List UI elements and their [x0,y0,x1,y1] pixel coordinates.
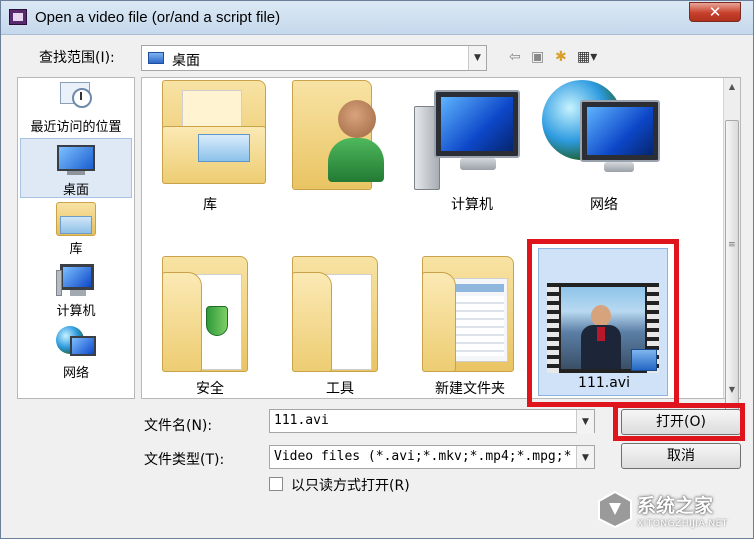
filename-input[interactable]: 111.avi ▼ [269,409,595,434]
libraries-icon [56,202,96,236]
scroll-up-icon[interactable]: ▲ [724,78,740,95]
places-bar: 最近访问的位置 桌面 库 计算机 网络 [17,77,135,399]
file-label: 计算机 [451,197,493,213]
file-item-new-folder[interactable]: 新建文件夹 [408,248,532,398]
scroll-down-icon[interactable]: ▼ [724,381,740,398]
chevron-down-icon[interactable]: ▼ [468,46,486,70]
lookin-label: 查找范围(I): [39,50,115,66]
title-bar: Open a video file (or/and a script file)… [1,1,753,35]
window-title: Open a video file (or/and a script file) [35,9,281,26]
computer-icon [56,264,96,298]
place-libraries[interactable]: 库 [20,202,132,260]
folder-icon [292,256,378,372]
filetype-select[interactable]: Video files (*.avi;*.mkv;*.mp4;*.mpg;* ▼ [269,445,595,469]
recent-places-icon [58,80,94,114]
libraries-folder-icon [162,80,266,184]
file-label: 工具 [326,381,354,397]
file-label: 安全 [196,381,224,397]
user-folder-icon [292,80,384,190]
vertical-scrollbar[interactable]: ▲ ≡ ▼ [723,78,740,416]
view-menu-icon[interactable]: ▦▾ [577,47,597,67]
watermark-text: 系统之家 [637,495,714,517]
new-folder-icon[interactable]: ✱ [555,47,567,67]
file-label: 网络 [590,197,618,213]
place-computer[interactable]: 计算机 [20,264,132,322]
file-item-libraries[interactable]: 库 [148,80,272,216]
computer-icon [434,90,520,158]
file-item-security[interactable]: 安全 [148,248,272,398]
desktop-icon [148,52,164,64]
place-label: 库 [69,242,83,257]
watermark-logo-icon [598,490,632,529]
file-label: 库 [203,197,217,213]
place-label: 桌面 [62,183,89,198]
folder-icon [162,256,248,372]
file-item-tools[interactable]: 工具 [278,248,402,398]
filename-value: 111.avi [274,413,329,428]
file-item-computer[interactable]: 计算机 [410,80,534,216]
lookin-combo[interactable]: 桌面 ▼ [141,45,487,71]
close-icon: ✕ [708,3,722,21]
place-label: 计算机 [56,304,96,319]
network-icon [56,326,96,360]
filetype-label: 文件类型(T): [144,452,225,468]
desktop-icon [57,145,95,177]
file-label: 新建文件夹 [435,381,505,397]
folder-icon [422,256,514,372]
file-item-network[interactable]: 网络 [542,80,666,216]
up-folder-icon[interactable]: ▣ [531,47,544,67]
cancel-button[interactable]: 取消 [621,443,741,469]
app-icon [9,9,27,25]
highlight-box-file [527,239,679,407]
watermark-url: XITONGZHIJIA.NET [637,519,728,529]
place-network[interactable]: 网络 [20,326,132,384]
lookin-value: 桌面 [172,53,200,69]
back-icon[interactable]: ⇦ [509,47,521,67]
scrollbar-thumb[interactable]: ≡ [725,120,739,416]
filename-label: 文件名(N): [144,418,213,434]
file-item-user-folder[interactable] [282,80,406,216]
chevron-down-icon[interactable]: ▼ [576,446,594,468]
watermark: 系统之家 XITONGZHIJIA.NET [595,485,754,540]
grip-icon: ≡ [728,240,736,250]
readonly-checkbox[interactable] [269,477,283,491]
place-label: 最近访问的位置 [30,120,122,135]
place-desktop[interactable]: 桌面 [20,138,132,198]
readonly-label: 以只读方式打开(R) [291,478,410,494]
highlight-box-open [613,403,745,441]
place-label: 网络 [62,366,89,381]
close-button[interactable]: ✕ [689,2,741,22]
open-file-dialog: Open a video file (or/and a script file)… [0,0,754,539]
filetype-value: Video files (*.avi;*.mkv;*.mp4;*.mpg;* [274,449,572,464]
place-recent[interactable]: 最近访问的位置 [20,80,132,138]
chevron-down-icon[interactable]: ▼ [576,410,594,434]
